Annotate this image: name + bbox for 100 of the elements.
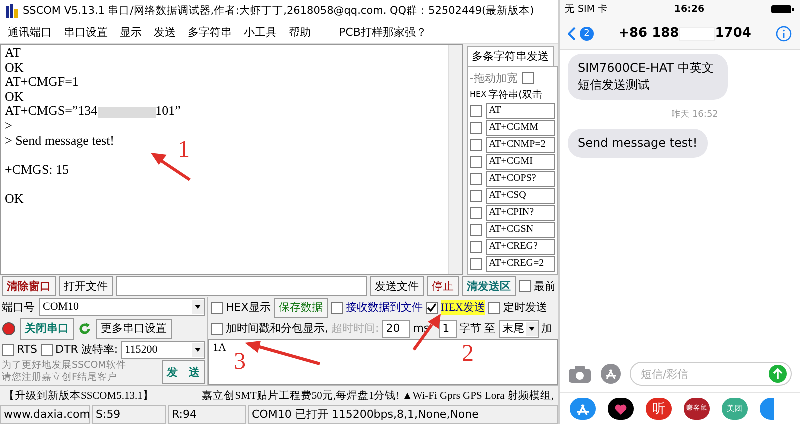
checkbox[interactable] xyxy=(519,280,531,292)
send-file-button[interactable]: 发送文件 xyxy=(370,276,424,296)
back-icon[interactable] xyxy=(568,26,576,40)
refresh-icon[interactable] xyxy=(78,322,92,336)
string-field[interactable]: AT+CREG? xyxy=(486,238,555,254)
camera-icon[interactable] xyxy=(568,365,592,383)
string-field[interactable]: AT xyxy=(486,102,555,118)
message-time: 昨天 16:52 xyxy=(670,108,718,121)
checkbox-label: 加时间戳和分包显示, xyxy=(226,321,328,336)
byte-field[interactable]: 1 xyxy=(438,320,457,338)
app-store-icon[interactable] xyxy=(600,363,622,385)
checkbox-label: HEX显示 xyxy=(226,300,271,315)
indicator-light-icon xyxy=(2,322,16,336)
string-field[interactable]: AT+CNMP=2 xyxy=(486,136,555,152)
checkbox[interactable] xyxy=(2,344,14,356)
checkbox[interactable] xyxy=(488,302,500,314)
marquee-text: 【升级到新版本SSCOM5.13.1】 xyxy=(4,389,154,402)
checkbox-label: DTR xyxy=(56,343,78,356)
checkbox[interactable] xyxy=(522,72,534,84)
menu-item[interactable]: 发送 xyxy=(154,25,176,40)
column-header: HEX xyxy=(470,90,487,99)
heart-app-icon[interactable] xyxy=(608,398,634,420)
file-path-field[interactable] xyxy=(116,276,367,296)
terminal-line: AT+CMGF=1 xyxy=(5,75,79,90)
more-settings-button[interactable]: 更多串口设置 xyxy=(96,318,172,338)
clear-window-button[interactable]: 清除窗口 xyxy=(2,276,56,296)
app-store-icon[interactable] xyxy=(570,398,596,420)
app-icon[interactable] xyxy=(760,398,774,420)
string-field[interactable]: AT+COPS? xyxy=(486,170,555,186)
checkbox[interactable] xyxy=(470,240,482,252)
scrollbar[interactable] xyxy=(448,45,462,274)
timeout-field[interactable]: 20 xyxy=(382,320,410,338)
checkbox-label: 定时发送 xyxy=(503,300,548,315)
clear-send-button[interactable]: 清发送区 xyxy=(462,276,516,296)
menu-item[interactable]: 帮助 xyxy=(289,25,311,40)
bytes-label: 字节 xyxy=(460,321,482,336)
checkbox[interactable] xyxy=(470,190,482,202)
panel-tab[interactable]: 多条字符串发送 xyxy=(467,46,554,66)
end-select[interactable]: 末尾 xyxy=(498,320,539,338)
checkbox[interactable] xyxy=(330,302,343,314)
annotation-number: 1 xyxy=(178,138,190,162)
string-field[interactable]: AT+CGSN xyxy=(486,222,555,238)
checkbox[interactable] xyxy=(470,104,482,116)
port-select[interactable]: COM10 xyxy=(39,298,205,316)
menu-item[interactable]: 多字符串 xyxy=(188,25,232,40)
close-port-button[interactable]: 关闭串口 xyxy=(20,318,74,340)
string-field[interactable]: AT+CPIN? xyxy=(486,204,555,220)
checkbox[interactable] xyxy=(470,138,482,150)
terminal-line: +CMGS: 15 xyxy=(5,162,70,178)
menu-item[interactable]: PCB打样那家强？ xyxy=(339,25,427,40)
app-logo-icon xyxy=(6,4,18,18)
checkbox[interactable] xyxy=(40,344,53,356)
checkbox-label: 最前 xyxy=(534,278,556,294)
status-cell: R:94 xyxy=(168,405,246,424)
menu-item[interactable]: 小工具 xyxy=(244,25,277,40)
checkbox[interactable] xyxy=(470,258,482,270)
baud-select[interactable]: 115200 xyxy=(121,340,205,359)
open-file-button[interactable]: 打开文件 xyxy=(59,276,113,296)
annotation-number: 3 xyxy=(234,350,246,374)
status-cell: S:59 xyxy=(92,405,166,424)
send-button[interactable]: 发 送 xyxy=(162,360,205,384)
dropdown-caret-icon xyxy=(192,342,204,357)
save-data-button[interactable]: 保存数据 xyxy=(274,298,328,318)
column-header: 字符串(双击 xyxy=(488,88,542,102)
string-field[interactable]: AT+CGMM xyxy=(486,120,555,136)
checkbox[interactable] xyxy=(470,172,482,184)
marquee-text: 嘉立创SMT贴片工程费50元,每焊盘1分钱! ▲Wi-Fi Gprs GPS Lora 射频模组, xyxy=(202,389,554,402)
baud-label: 波特率: xyxy=(81,342,118,358)
menu-item[interactable]: 通讯端口 xyxy=(8,25,52,40)
checkbox[interactable] xyxy=(211,302,223,314)
terminal-line: AT+CMGS=”134 101” xyxy=(5,104,181,119)
menu-item[interactable]: 显示 xyxy=(120,25,142,40)
phone-number: +86 188 xyxy=(618,26,680,41)
to-label: 至 xyxy=(484,321,496,336)
string-field[interactable]: AT+CGMI xyxy=(486,154,555,170)
terminal-line: > Send message test! xyxy=(5,134,115,148)
checkbox[interactable] xyxy=(470,156,482,168)
port-label: 端口号 xyxy=(2,300,35,315)
terminal-line: OK xyxy=(5,192,24,207)
dropdown-caret-icon xyxy=(526,322,538,336)
info-icon[interactable] xyxy=(776,26,792,42)
arrow-annotation xyxy=(412,313,442,351)
redaction-block xyxy=(98,106,156,118)
string-field[interactable]: AT+CSQ xyxy=(486,188,555,204)
status-cell: www.daxia.com xyxy=(0,405,90,424)
checkbox[interactable] xyxy=(470,224,482,236)
checkbox[interactable] xyxy=(211,322,223,334)
checkbox[interactable] xyxy=(470,206,482,218)
checkbox[interactable] xyxy=(426,302,438,314)
checkbox-label: RTS xyxy=(17,343,38,356)
checkbox[interactable] xyxy=(470,122,482,134)
timeout-label: 超时时间: xyxy=(332,321,380,336)
stop-button[interactable]: 停止 xyxy=(427,276,459,296)
app-icon[interactable]: 听 xyxy=(646,398,672,420)
checkbox-label: 接收数据到文件 xyxy=(346,300,423,315)
status-cell: COM10 已打开 115200bps,8,1,None,None xyxy=(248,405,558,424)
unread-badge: 2 xyxy=(580,26,594,40)
string-field[interactable]: AT+CREG=2 xyxy=(486,256,555,272)
annotation-number: 2 xyxy=(462,342,474,366)
menu-item[interactable]: 串口设置 xyxy=(64,25,108,40)
